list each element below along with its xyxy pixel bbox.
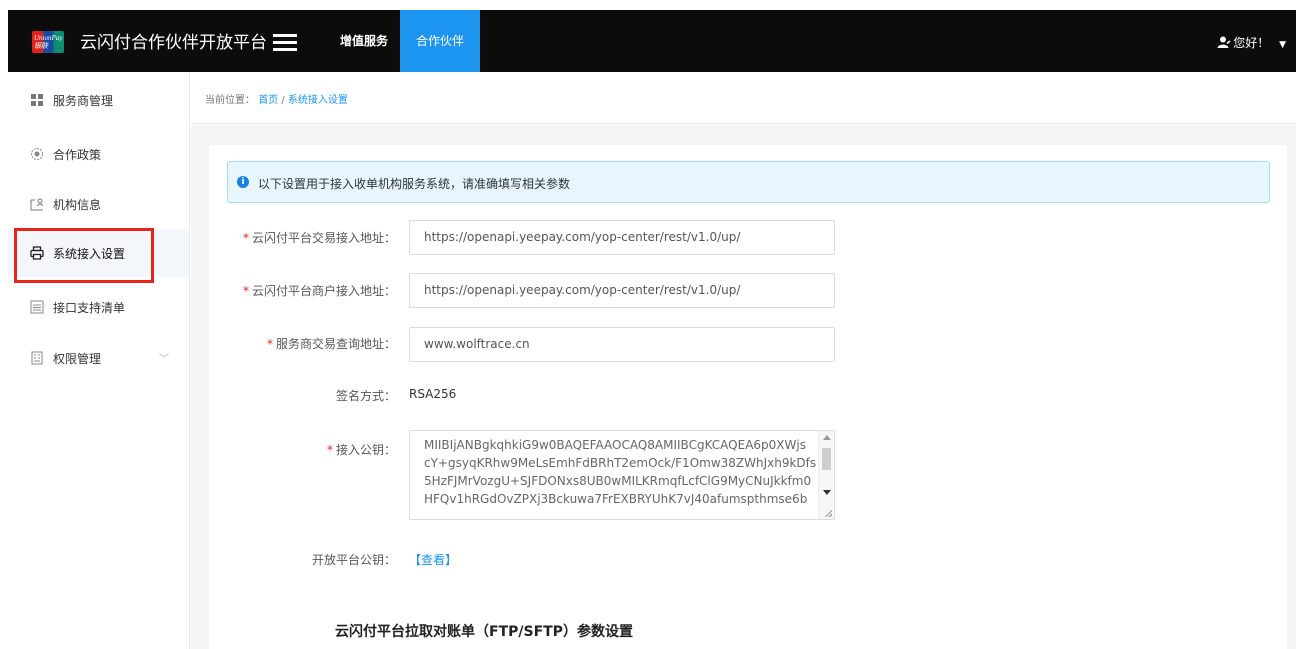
id-card-icon xyxy=(30,198,43,211)
notice-text: 以下设置用于接入收单机构服务系统，请准确填写相关参数 xyxy=(258,177,571,191)
public-key-line: HFQv1hRGdOvZPXj3Bckuwa7FrEXBRYUhK7vJ40af… xyxy=(424,492,808,506)
platform-key-label: 开放平台公钥： xyxy=(311,553,396,567)
public-key-line: 5HzFJMrVozgU+SJFDONxs8UB0wMILKRmqfLcfClG… xyxy=(424,474,812,488)
trade-url-label: * 云闪付平台交易接入地址： xyxy=(242,231,396,245)
tab-value-added-services[interactable]: 增值服务 xyxy=(324,10,404,72)
sidebar-item-label: 权限管理 xyxy=(53,352,102,366)
textarea-scrollbar[interactable] xyxy=(818,431,834,519)
scroll-down-arrow-icon[interactable] xyxy=(823,490,831,495)
query-url-label: * 服务商交易查询地址： xyxy=(266,337,396,351)
breadcrumb: 当前位置： 首页 / 系统接入设置 xyxy=(191,72,1296,124)
scroll-up-arrow-icon[interactable] xyxy=(823,435,831,440)
public-key-textarea[interactable]: MIIBIjANBgkqhkiG9w0BAQEFAAOCAQ8AMIIBCgKC… xyxy=(409,430,835,520)
breadcrumb-home-link[interactable]: 首页 xyxy=(258,95,278,106)
top-navbar: UnionPay 银联 云闪付合作伙伴开放平台 增值服务 合作伙伴 您好！ ▼ xyxy=(8,10,1296,72)
user-icon xyxy=(1217,36,1231,48)
breadcrumb-current[interactable]: 系统接入设置 xyxy=(288,95,348,106)
section-title: 云闪付平台拉取对账单（FTP/SFTP）参数设置 xyxy=(335,624,633,640)
sidebar-item-label: 服务商管理 xyxy=(53,94,114,108)
list-icon xyxy=(30,300,44,314)
query-url-input[interactable]: www.wolftrace.cn xyxy=(409,327,835,362)
user-greeting: 您好！ xyxy=(1233,36,1270,50)
sidebar-item-label: 接口支持清单 xyxy=(53,301,126,315)
sign-method-label: 签名方式： xyxy=(335,389,396,403)
building-icon xyxy=(31,351,43,365)
public-key-line: cY+gsyqKRhw9MeLsEmhFdBRhT2emOck/F1Omw38Z… xyxy=(424,456,817,470)
unionpay-logo: UnionPay 银联 xyxy=(32,31,64,53)
sidebar-item-service-provider[interactable]: 服务商管理 xyxy=(8,76,189,124)
view-platform-key-link[interactable]: 【查看】 xyxy=(409,551,457,568)
breadcrumb-separator: / xyxy=(281,95,285,106)
caret-down-icon: ▼ xyxy=(1279,40,1286,50)
user-menu[interactable]: 您好！ ▼ xyxy=(1217,34,1286,51)
info-notice: i 以下设置用于接入收单机构服务系统，请准确填写相关参数 xyxy=(227,161,1270,203)
grid-icon xyxy=(31,94,43,106)
target-icon xyxy=(31,148,43,160)
public-key-line: MIIBIjANBgkqhkiG9w0BAQEFAAOCAQ8AMIIBCgKC… xyxy=(424,438,806,452)
resize-handle-icon[interactable] xyxy=(824,509,832,517)
sidebar-item-policy[interactable]: 合作政策 xyxy=(8,130,189,178)
public-key-label: * 接入公钥： xyxy=(326,443,396,457)
sidebar-item-org-info[interactable]: 机构信息 xyxy=(8,180,189,228)
highlight-box xyxy=(14,228,154,283)
info-icon: i xyxy=(237,176,249,188)
chevron-down-icon: ﹀ xyxy=(159,354,169,365)
app-title: 云闪付合作伙伴开放平台 xyxy=(80,33,267,53)
merchant-url-label: * 云闪付平台商户接入地址： xyxy=(242,284,396,298)
sidebar-item-label: 合作政策 xyxy=(53,148,102,162)
trade-url-input[interactable]: https://openapi.yeepay.com/yop-center/re… xyxy=(409,220,835,255)
hamburger-menu-icon[interactable] xyxy=(273,34,297,51)
scrollbar-thumb[interactable] xyxy=(822,448,831,470)
sign-method-value: RSA256 xyxy=(409,387,457,401)
breadcrumb-prefix: 当前位置： xyxy=(205,95,255,106)
merchant-url-input[interactable]: https://openapi.yeepay.com/yop-center/re… xyxy=(409,273,835,308)
sidebar-item-label: 机构信息 xyxy=(53,198,102,212)
tab-partners[interactable]: 合作伙伴 xyxy=(400,10,480,72)
